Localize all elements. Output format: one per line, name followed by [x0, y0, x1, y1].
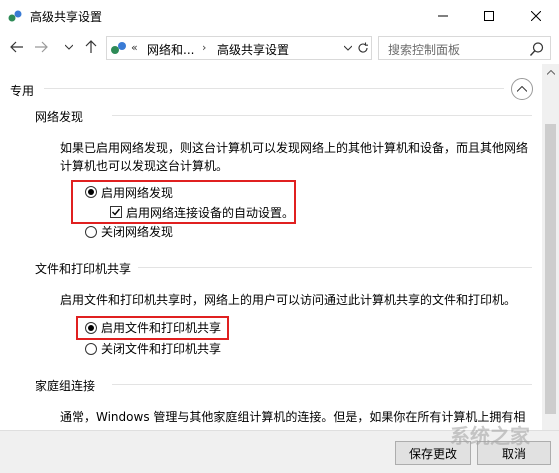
scroll-thumb[interactable] — [545, 124, 556, 414]
file-sharing-on-label[interactable]: 启用文件和打印机共享 — [101, 319, 221, 336]
chevron-down-icon — [344, 45, 352, 51]
chevron-up-icon — [517, 86, 527, 92]
address-dropdown-button[interactable] — [341, 40, 355, 56]
close-button[interactable] — [513, 0, 559, 32]
navigation-bar: « 网络和... › 高级共享设置 搜索控制面板 — [0, 32, 559, 64]
close-icon — [531, 11, 541, 21]
search-icon[interactable] — [529, 41, 545, 57]
file-sharing-divider — [138, 267, 532, 268]
arrow-right-icon — [35, 41, 48, 53]
search-placeholder[interactable]: 搜索控制面板 — [388, 41, 460, 58]
arrow-left-icon — [10, 41, 23, 53]
title-bar: 高级共享设置 — [0, 0, 559, 32]
minimize-icon — [438, 15, 448, 17]
auto-setup-label[interactable]: 启用网络连接设备的自动设置。 — [126, 204, 294, 221]
settings-content: 专用 网络发现 如果已启用网络发现，则这台计算机可以发现网络上的其他计算机和设备… — [0, 64, 542, 430]
network-discovery-on-radio[interactable] — [85, 186, 97, 198]
maximize-icon — [484, 11, 494, 21]
address-overflow[interactable]: « — [131, 41, 138, 54]
homegroup-heading: 家庭组连接 — [35, 379, 96, 393]
homegroup-divider — [112, 384, 532, 385]
maximize-button[interactable] — [466, 0, 512, 32]
file-sharing-desc: 启用文件和打印机共享时，网络上的用户可以访问通过此计算机共享的文件和打印机。 — [60, 293, 517, 307]
minimize-button[interactable] — [420, 0, 466, 32]
chevron-down-icon — [65, 44, 73, 50]
checkmark-icon — [112, 208, 121, 216]
network-icon — [111, 42, 126, 54]
network-discovery-off-radio[interactable] — [85, 226, 97, 238]
arrow-up-icon — [85, 40, 97, 53]
watermark: 系统之家 — [450, 424, 530, 448]
window-title: 高级共享设置 — [30, 10, 103, 24]
up-button[interactable] — [82, 38, 100, 56]
network-discovery-divider — [112, 115, 532, 116]
network-discovery-desc-line2: 计算机也可以发现这台计算机。 — [60, 159, 229, 173]
collapse-profile-button[interactable] — [511, 78, 533, 100]
refresh-icon — [358, 42, 368, 53]
network-discovery-heading: 网络发现 — [35, 110, 84, 124]
network-discovery-off-label[interactable]: 关闭网络发现 — [101, 223, 173, 240]
network-discovery-desc-line1: 如果已启用网络发现，则这台计算机可以发现网络上的其他计算机和设备，而且其他网络 — [60, 141, 529, 155]
control-panel-icon — [8, 10, 22, 22]
network-discovery-on-label[interactable]: 启用网络发现 — [101, 184, 173, 201]
breadcrumb-network[interactable]: 网络和... — [147, 41, 194, 58]
forward-button[interactable] — [32, 38, 50, 56]
file-sharing-on-radio[interactable] — [85, 322, 97, 334]
scroll-up-button[interactable] — [542, 64, 559, 81]
chevron-up-icon — [546, 70, 555, 75]
vertical-scrollbar[interactable] — [542, 64, 559, 430]
file-sharing-off-radio[interactable] — [85, 343, 97, 355]
file-sharing-off-label[interactable]: 关闭文件和打印机共享 — [101, 340, 221, 357]
profile-divider — [44, 88, 504, 89]
refresh-button[interactable] — [356, 40, 370, 56]
search-box[interactable]: 搜索控制面板 — [378, 36, 551, 60]
breadcrumb-advanced-sharing[interactable]: 高级共享设置 — [217, 41, 289, 58]
address-bar[interactable]: « 网络和... › 高级共享设置 — [106, 36, 372, 60]
breadcrumb-separator[interactable]: › — [202, 41, 206, 54]
recent-locations-button[interactable] — [60, 38, 78, 56]
profile-label: 专用 — [10, 84, 35, 98]
back-button[interactable] — [8, 38, 26, 56]
file-sharing-heading: 文件和打印机共享 — [35, 262, 132, 276]
auto-setup-checkbox[interactable] — [110, 206, 122, 218]
